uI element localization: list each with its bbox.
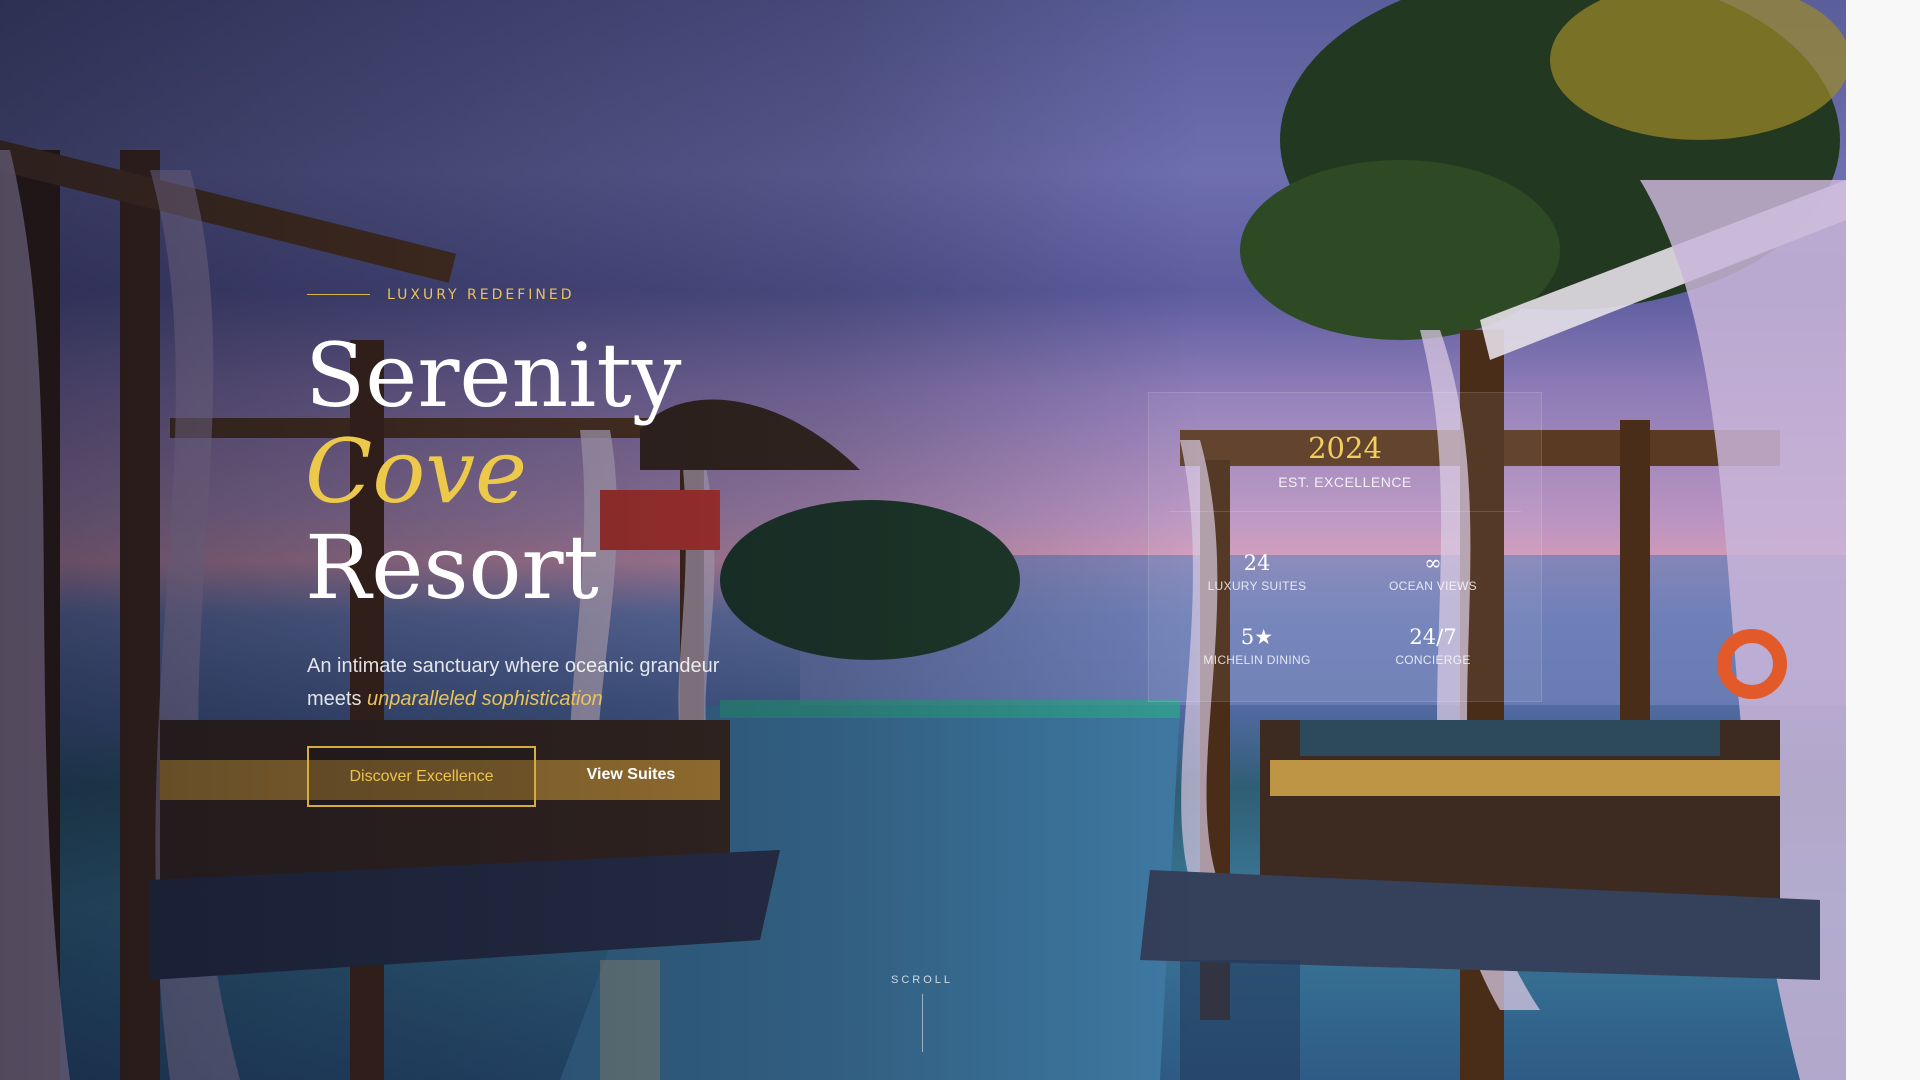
- hero-lead-paragraph: An intimate sanctuary where oceanic gran…: [307, 650, 777, 716]
- lead-emphasis: unparalleled sophistication: [367, 688, 603, 710]
- scroll-indicator-line: [922, 994, 923, 1052]
- stat-label: LUXURY SUITES: [1207, 579, 1307, 593]
- eyebrow-text: LUXURY REDEFINED: [387, 287, 575, 303]
- stat-value: 24/7: [1409, 625, 1457, 649]
- scroll-indicator[interactable]: SCROLL: [873, 974, 971, 986]
- discover-excellence-button[interactable]: Discover Excellence: [307, 746, 536, 807]
- hero-title: Serenity Cove Resort: [305, 328, 681, 616]
- view-suites-button[interactable]: View Suites: [560, 746, 702, 804]
- stat-value: 5★: [1240, 625, 1274, 649]
- eyebrow-rule: [307, 294, 370, 295]
- stat-michelin-dining: 5★ MICHELIN DINING: [1169, 625, 1345, 667]
- title-line-serenity: Serenity: [305, 324, 682, 427]
- hero-dark-overlay: [0, 0, 1846, 1080]
- stat-ocean-views: ∞ OCEAN VIEWS: [1345, 551, 1521, 593]
- hero-section: LUXURY REDEFINED Serenity Cove Resort An…: [0, 0, 1846, 1080]
- stat-label: MICHELIN DINING: [1203, 653, 1311, 667]
- stat-luxury-suites: 24 LUXURY SUITES: [1169, 551, 1345, 593]
- stat-value: ∞: [1424, 551, 1442, 575]
- stats-card: 2024 EST. EXCELLENCE 24 LUXURY SUITES ∞ …: [1148, 392, 1542, 702]
- title-line-resort: Resort: [305, 516, 599, 619]
- stat-concierge: 24/7 CONCIERGE: [1345, 625, 1521, 667]
- stat-label: OCEAN VIEWS: [1389, 579, 1477, 593]
- title-line-cove: Cove: [305, 420, 528, 523]
- stats-divider: [1169, 511, 1521, 512]
- stat-label: CONCIERGE: [1395, 653, 1471, 667]
- established-year: 2024: [1308, 431, 1382, 465]
- established-label: EST. EXCELLENCE: [1278, 474, 1412, 490]
- stat-value: 24: [1243, 551, 1271, 575]
